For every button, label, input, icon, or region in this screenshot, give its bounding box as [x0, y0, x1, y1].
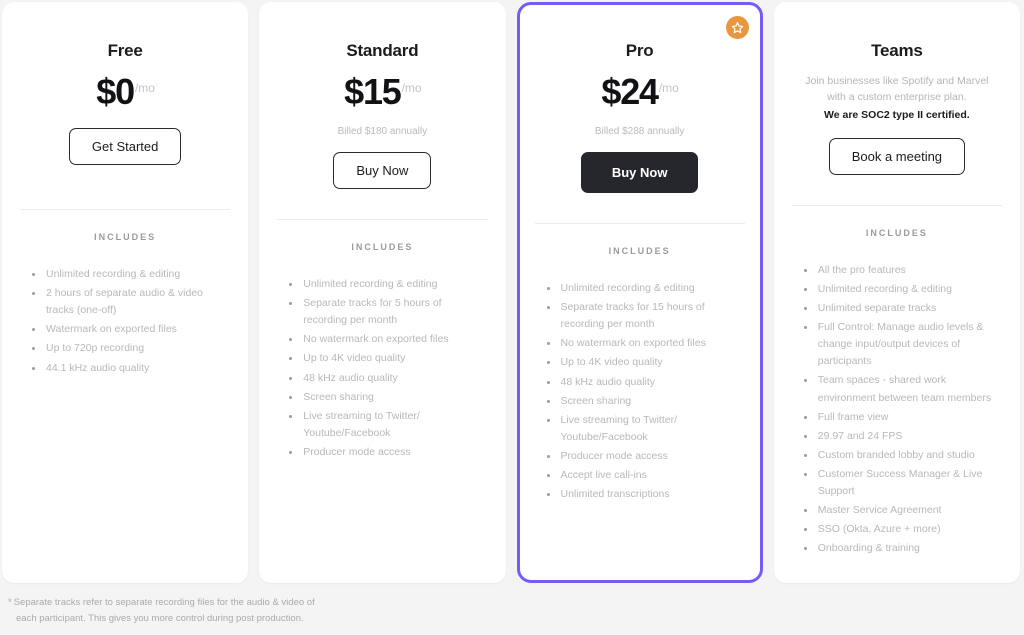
card-divider: [277, 219, 488, 220]
buy-now-button[interactable]: Buy Now: [333, 152, 432, 189]
pricing-card-standard: Standard $15/mo Billed $180 annually Buy…: [259, 2, 506, 583]
pricing-card-free: Free $0/mo Get Started INCLUDES Unlimite…: [2, 2, 249, 583]
feature-item: Separate tracks for 15 hours of recordin…: [546, 299, 745, 333]
teams-description: Join businesses like Spotify and Marvel …: [792, 73, 1002, 123]
plan-cta-wrapper: Buy Now: [535, 152, 745, 193]
plan-name: Teams: [871, 41, 923, 60]
feature-item: 44.1 kHz audio quality: [32, 360, 230, 377]
includes-label: INCLUDES: [865, 227, 928, 238]
feature-item: Custom branded lobby and studio: [803, 447, 1002, 464]
feature-list-standard: Unlimited recording & editing Separate t…: [277, 276, 487, 461]
feature-item: No watermark on exported files: [546, 335, 745, 352]
plan-cta-wrapper: Get Started: [20, 128, 230, 165]
plan-price: $15: [344, 71, 402, 112]
billed-annually-note: Billed $180 annually: [337, 126, 428, 137]
plan-price-period: /mo: [134, 81, 155, 95]
feature-item: Producer mode access: [289, 444, 487, 461]
feature-item: Full Control: Manage audio levels & chan…: [803, 319, 1002, 370]
footnote-marker: *: [8, 597, 12, 608]
feature-item: Unlimited recording & editing: [803, 281, 1002, 298]
feature-item: Unlimited separate tracks: [803, 300, 1002, 317]
feature-item: 29.97 and 24 FPS: [803, 428, 1002, 445]
feature-item: Unlimited recording & editing: [546, 280, 745, 297]
feature-item: Screen sharing: [289, 389, 487, 406]
feature-item: 48 kHz audio quality: [546, 374, 745, 391]
feature-list-pro: Unlimited recording & editing Separate t…: [535, 280, 745, 503]
footnote-line-1: Separate tracks refer to separate record…: [13, 597, 315, 608]
footnote: * Separate tracks refer to separate recor…: [8, 595, 448, 626]
includes-label: INCLUDES: [351, 242, 414, 252]
plan-cta-wrapper: Buy Now: [277, 152, 487, 189]
plan-price: $0: [96, 71, 135, 112]
plan-price-period: /mo: [401, 81, 422, 95]
plan-name: Pro: [625, 41, 654, 60]
includes-label: INCLUDES: [94, 232, 157, 242]
star-badge-icon: [725, 16, 749, 39]
pricing-card-pro: Pro $24/mo Billed $288 annually Buy Now …: [516, 2, 763, 583]
feature-item: Screen sharing: [546, 393, 745, 410]
plan-price-row: $24/mo: [535, 71, 745, 113]
feature-item: Up to 720p recording: [32, 340, 230, 357]
feature-item: Unlimited recording & editing: [32, 266, 230, 283]
footnote-line-2: each participant. This gives you more co…: [16, 612, 304, 624]
buy-now-button[interactable]: Buy Now: [580, 152, 699, 193]
plan-price: $24: [601, 71, 659, 112]
feature-item: Separate tracks for 5 hours of recording…: [289, 295, 487, 329]
feature-list-teams: All the pro features Unlimited recording…: [792, 262, 1002, 558]
feature-item: No watermark on exported files: [289, 331, 487, 348]
plan-cta-wrapper: Book a meeting: [792, 137, 1002, 175]
feature-item: Unlimited transcriptions: [546, 486, 745, 503]
feature-item: 2 hours of separate audio & video tracks…: [32, 285, 230, 319]
feature-list-free: Unlimited recording & editing 2 hours of…: [20, 266, 230, 377]
card-divider: [534, 223, 745, 224]
feature-item: Up to 4K video quality: [289, 350, 487, 367]
card-divider: [20, 209, 231, 210]
get-started-button[interactable]: Get Started: [68, 128, 182, 165]
pricing-card-teams: Teams Join businesses like Spotify and M…: [773, 2, 1020, 583]
plan-price-row: $15/mo: [277, 71, 487, 113]
includes-label: INCLUDES: [608, 246, 671, 256]
plan-price-row: $0/mo: [20, 71, 230, 113]
feature-item: Accept live call-ins: [546, 467, 745, 484]
feature-item: All the pro features: [803, 262, 1002, 279]
feature-item: Team spaces - shared work environment be…: [803, 372, 1002, 406]
card-divider: [791, 204, 1002, 206]
feature-item: Unlimited recording & editing: [289, 276, 487, 293]
feature-item: Customer Success Manager & Live Support: [803, 466, 1002, 500]
feature-item: Producer mode access: [546, 448, 745, 465]
plan-name: Standard: [346, 41, 419, 60]
feature-item: Live streaming to Twitter/ Youtube/Faceb…: [546, 412, 745, 446]
feature-item: Master Service Agreement: [803, 502, 1002, 519]
plan-price-period: /mo: [658, 81, 679, 95]
plan-name: Free: [107, 41, 143, 60]
teams-description-text: Join businesses like Spotify and Marvel …: [805, 75, 989, 104]
feature-item: Watermark on exported files: [32, 321, 230, 338]
feature-item: Full frame view: [803, 409, 1002, 426]
feature-item: SSO (Okta, Azure + more): [803, 521, 1002, 538]
feature-item: Onboarding & training: [803, 540, 1002, 557]
teams-certification-text: We are SOC2 type II certified.: [824, 108, 970, 121]
feature-item: Live streaming to Twitter/ Youtube/Faceb…: [289, 408, 487, 442]
billed-annually-note: Billed $288 annually: [594, 126, 685, 137]
pricing-plans-grid: Free $0/mo Get Started INCLUDES Unlimite…: [2, 2, 1020, 583]
feature-item: 48 kHz audio quality: [289, 370, 487, 387]
feature-item: Up to 4K video quality: [546, 354, 745, 371]
book-a-meeting-button[interactable]: Book a meeting: [828, 137, 966, 175]
